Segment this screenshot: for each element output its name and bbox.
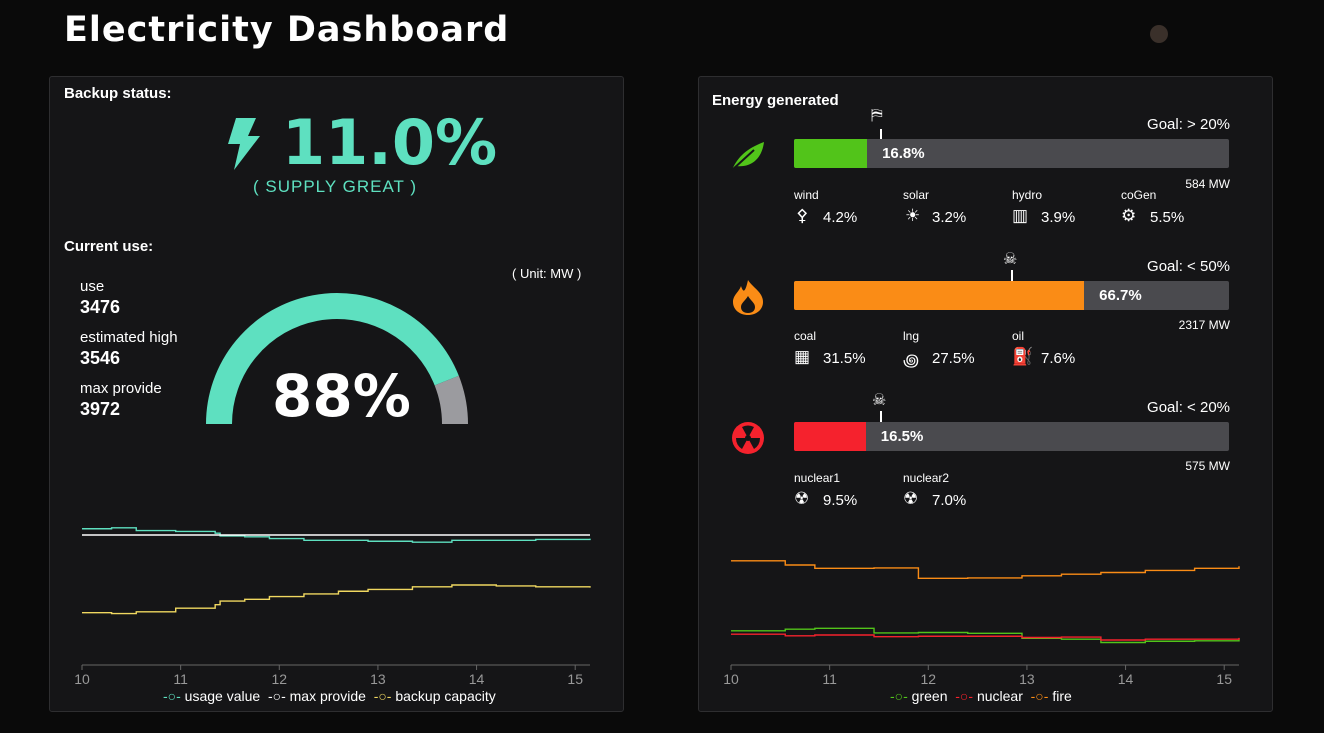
series-line-backup-capacity (82, 584, 591, 615)
oil-label: oil (1012, 329, 1025, 343)
x-tick-label: 13 (1019, 671, 1035, 687)
use-value: 3476 (80, 297, 121, 317)
nuclear-icon: ☢ (794, 489, 810, 508)
green-mw: 584 MW (1185, 177, 1230, 191)
goal-green: Goal: > 20% (1147, 116, 1230, 133)
solar-label: solar (903, 188, 930, 202)
x-tick-label: 12 (920, 671, 936, 687)
fire-bar: 66.7% (794, 281, 1229, 310)
oil-value: 7.6% (1041, 350, 1076, 367)
nuclear2-value: 7.0% (932, 492, 967, 509)
usage-chart: 10 11 12 13 14 15 (74, 527, 591, 687)
sun-icon: ☀ (905, 206, 921, 225)
fire-percent: 66.7% (1099, 287, 1142, 304)
page-title: Electricity Dashboard (64, 10, 510, 50)
x-tick-label: 15 (1216, 671, 1232, 687)
series-line-fire (731, 560, 1240, 580)
coal-value: 31.5% (823, 350, 866, 367)
lightning-icon (228, 118, 260, 170)
nuclear-mw: 575 MW (1185, 459, 1230, 473)
green-bar-fill (794, 139, 868, 168)
energy-generated-label: Energy generated (712, 92, 839, 109)
green-percent: 16.8% (882, 145, 925, 162)
coal-label: coal (794, 329, 817, 343)
nuclear-bar-fill (794, 422, 866, 451)
cogen-icon: ⚙ (1121, 206, 1137, 225)
gauge-remaining-arc (434, 375, 468, 425)
x-tick-label: 11 (822, 671, 837, 687)
solar-value: 3.2% (932, 209, 967, 226)
green-bar: 16.8% (794, 139, 1229, 168)
max-provide-value: 3972 (80, 399, 121, 419)
fire-bar-fill (794, 281, 1085, 310)
hydro-value: 3.9% (1041, 209, 1076, 226)
nuclear-bar: 16.5% (794, 422, 1229, 451)
x-tick-label: 14 (469, 671, 485, 687)
gauge-percent: 88% (272, 362, 411, 430)
pirate-icon: ☠ (1003, 251, 1018, 268)
estimated-high-label: estimated high (80, 329, 178, 346)
legend-nuclear[interactable]: -○- nuclear (955, 688, 1023, 704)
unit-label: ( Unit: MW ) (512, 266, 582, 281)
legend-usage-value[interactable]: -○- usage value (163, 688, 260, 704)
oil-pump-icon: ⛽ (1012, 347, 1034, 366)
legend-green[interactable]: -○- green (890, 688, 947, 704)
generation-chart: 10 11 12 13 14 15 (723, 560, 1240, 687)
hydro-label: hydro (1012, 188, 1043, 202)
backup-status-label: Backup status: (64, 85, 172, 102)
lng-value: 27.5% (932, 350, 975, 367)
x-tick-label: 11 (173, 671, 188, 687)
backup-percent: 11.0% (282, 106, 498, 179)
nuclear-icon: ☢ (903, 489, 919, 508)
fire-icon (733, 280, 763, 315)
cogen-value: 5.5% (1150, 209, 1185, 226)
nuclear1-value: 9.5% (823, 492, 858, 509)
legend-backup-capacity[interactable]: -○- backup capacity (374, 688, 496, 704)
wind-value: 4.2% (823, 209, 858, 226)
dam-icon: ▥ (1012, 206, 1029, 225)
nuclear1-label: nuclear1 (794, 471, 841, 485)
gas-icon: ꩜ (903, 351, 920, 370)
wind-label: wind (794, 188, 819, 202)
bandit-icon: ⛿ (871, 107, 883, 124)
max-provide-label: max provide (80, 380, 162, 397)
supply-status: ( SUPPLY GREAT ) (252, 177, 417, 196)
x-tick-label: 12 (271, 671, 287, 687)
goal-nuclear: Goal: < 20% (1147, 399, 1230, 416)
status-indicator (1150, 25, 1168, 43)
legend-fire[interactable]: -○- fire (1031, 688, 1072, 704)
x-tick-label: 13 (370, 671, 386, 687)
pirate-icon: ☠ (872, 392, 887, 409)
x-tick-label: 10 (723, 671, 739, 687)
estimated-high-value: 3546 (80, 348, 121, 368)
goal-fire: Goal: < 50% (1147, 258, 1230, 275)
cogen-label: coGen (1121, 188, 1157, 202)
x-tick-label: 14 (1118, 671, 1134, 687)
x-tick-label: 10 (74, 671, 90, 687)
x-tick-label: 15 (567, 671, 583, 687)
legend-max-provide[interactable]: -○- max provide (268, 688, 366, 704)
current-use-label: Current use: (64, 238, 154, 255)
radiation-icon (732, 422, 764, 454)
nuclear-percent: 16.5% (880, 428, 924, 445)
wind-turbine-icon: ⚴ (796, 206, 809, 225)
fire-mw: 2317 MW (1178, 318, 1230, 332)
nuclear2-label: nuclear2 (903, 471, 950, 485)
leaf-icon (731, 142, 764, 171)
usage-chart-legend: -○- usage value -○- max provide -○- back… (163, 688, 496, 704)
lng-label: lng (903, 329, 920, 343)
use-label: use (80, 278, 105, 295)
coal-cart-icon: ▦ (794, 347, 811, 366)
series-line-nuclear (731, 633, 1240, 641)
generation-chart-legend: -○- green -○- nuclear -○- fire (890, 688, 1072, 704)
